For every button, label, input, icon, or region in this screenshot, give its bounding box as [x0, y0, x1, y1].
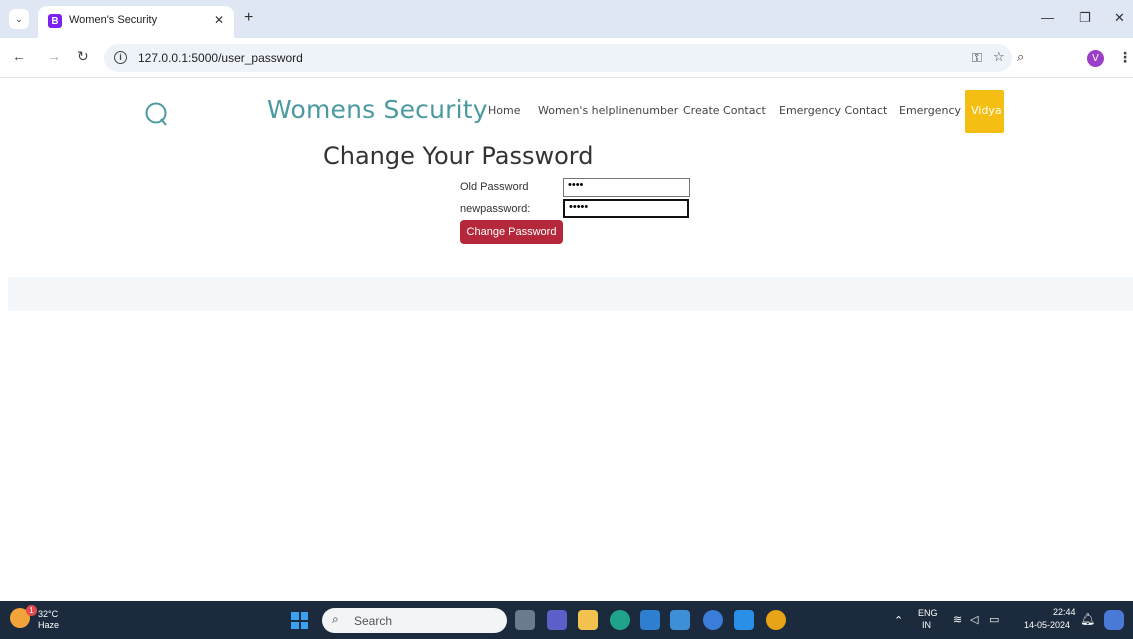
browser-menu-icon[interactable]: ⋮	[1118, 49, 1132, 66]
new-tab-icon[interactable]: +	[244, 9, 253, 27]
weather-alert-badge: 1	[26, 605, 37, 616]
restore-icon[interactable]: ❐	[1079, 10, 1091, 26]
user-name: Vidya	[971, 104, 1002, 117]
address-bar[interactable]: i 127.0.0.1:5000/user_password ⚿ ☆	[104, 44, 1012, 72]
browser-toolbar: ← → ↻ i 127.0.0.1:5000/user_password ⚿ ☆…	[0, 38, 1133, 78]
password-key-icon[interactable]: ⚿	[972, 50, 982, 66]
clock-time[interactable]: 22:44	[1053, 607, 1076, 617]
battery-icon[interactable]: ▭	[989, 613, 999, 626]
weather-temperature: 32°C	[38, 609, 59, 619]
nav-emergency-contact[interactable]: Emergency Contact	[779, 104, 887, 117]
page-title: Change Your Password	[323, 142, 594, 170]
file-explorer-icon[interactable]	[578, 610, 598, 630]
browser-tabstrip: ⌄ B Women's Security ✕ + — ❐ ✕	[0, 0, 1133, 38]
weather-description: Haze	[38, 620, 60, 630]
zoom-icon[interactable]: ⌕	[1017, 49, 1024, 65]
windows-start-icon[interactable]	[291, 612, 308, 629]
minimize-icon[interactable]: —	[1041, 10, 1054, 25]
bootstrap-favicon-icon: B	[48, 14, 62, 28]
window-close-icon[interactable]: ✕	[1114, 10, 1125, 26]
url-text: 127.0.0.1:5000/user_password	[138, 51, 303, 65]
tray-overflow-icon[interactable]: ⌃	[894, 614, 903, 627]
edge-icon[interactable]	[610, 610, 630, 630]
volume-icon[interactable]: ◁	[970, 613, 978, 626]
bookmark-star-icon[interactable]: ☆	[993, 49, 1005, 65]
wifi-icon[interactable]: ≋	[953, 613, 962, 626]
taskbar-search-box[interactable]: ⌕ Search	[322, 608, 507, 633]
site-logo-icon[interactable]	[144, 101, 170, 127]
back-icon[interactable]: ←	[12, 48, 26, 64]
user-menu-button[interactable]: Vidya	[965, 90, 1004, 133]
copilot-icon[interactable]	[1104, 610, 1124, 630]
tab-close-icon[interactable]: ✕	[214, 13, 224, 27]
browser-tab[interactable]: B Women's Security ✕	[38, 6, 234, 38]
old-password-label: Old Password	[460, 181, 529, 193]
nav-create-contact[interactable]: Create Contact	[683, 104, 766, 117]
old-password-input[interactable]: ••••	[563, 178, 690, 197]
language-bottom: IN	[922, 620, 931, 630]
nav-helpline[interactable]: Women's helplinenumber	[538, 104, 678, 117]
footer-band	[8, 277, 1133, 311]
brand-title[interactable]: Womens Security	[267, 95, 488, 124]
vscode-icon[interactable]	[734, 610, 754, 630]
chrome-icon[interactable]	[766, 610, 786, 630]
language-top[interactable]: ENG	[918, 608, 938, 618]
notification-bell-icon[interactable]: 🔔︎	[1080, 612, 1095, 626]
clock-date[interactable]: 14-05-2024	[1024, 620, 1070, 630]
new-password-label: newpassword:	[460, 203, 531, 215]
search-icon: ⌕	[332, 612, 339, 626]
task-view-icon[interactable]	[515, 610, 535, 630]
microsoft-store-icon[interactable]	[670, 610, 690, 630]
teams-icon[interactable]	[547, 610, 567, 630]
nav-home[interactable]: Home	[488, 104, 520, 117]
reload-icon[interactable]: ↻	[77, 48, 89, 65]
tab-search-button[interactable]: ⌄	[9, 9, 29, 29]
site-info-icon[interactable]: i	[114, 51, 127, 64]
new-password-input[interactable]: •••••	[563, 199, 689, 218]
tab-title: Women's Security	[69, 14, 158, 26]
taskbar: 1 32°C Haze ⌕ Search ⌃ ENG IN ≋ ◁ ▭ 22:4…	[0, 601, 1133, 639]
nav-emergency[interactable]: Emergency	[899, 104, 961, 117]
change-password-button[interactable]: Change Password	[460, 220, 563, 244]
forward-icon[interactable]: →	[47, 48, 61, 64]
search-placeholder: Search	[354, 614, 393, 628]
profile-avatar[interactable]: V	[1087, 50, 1104, 67]
mysql-workbench-icon[interactable]	[640, 610, 660, 630]
python-icon[interactable]	[703, 610, 723, 630]
